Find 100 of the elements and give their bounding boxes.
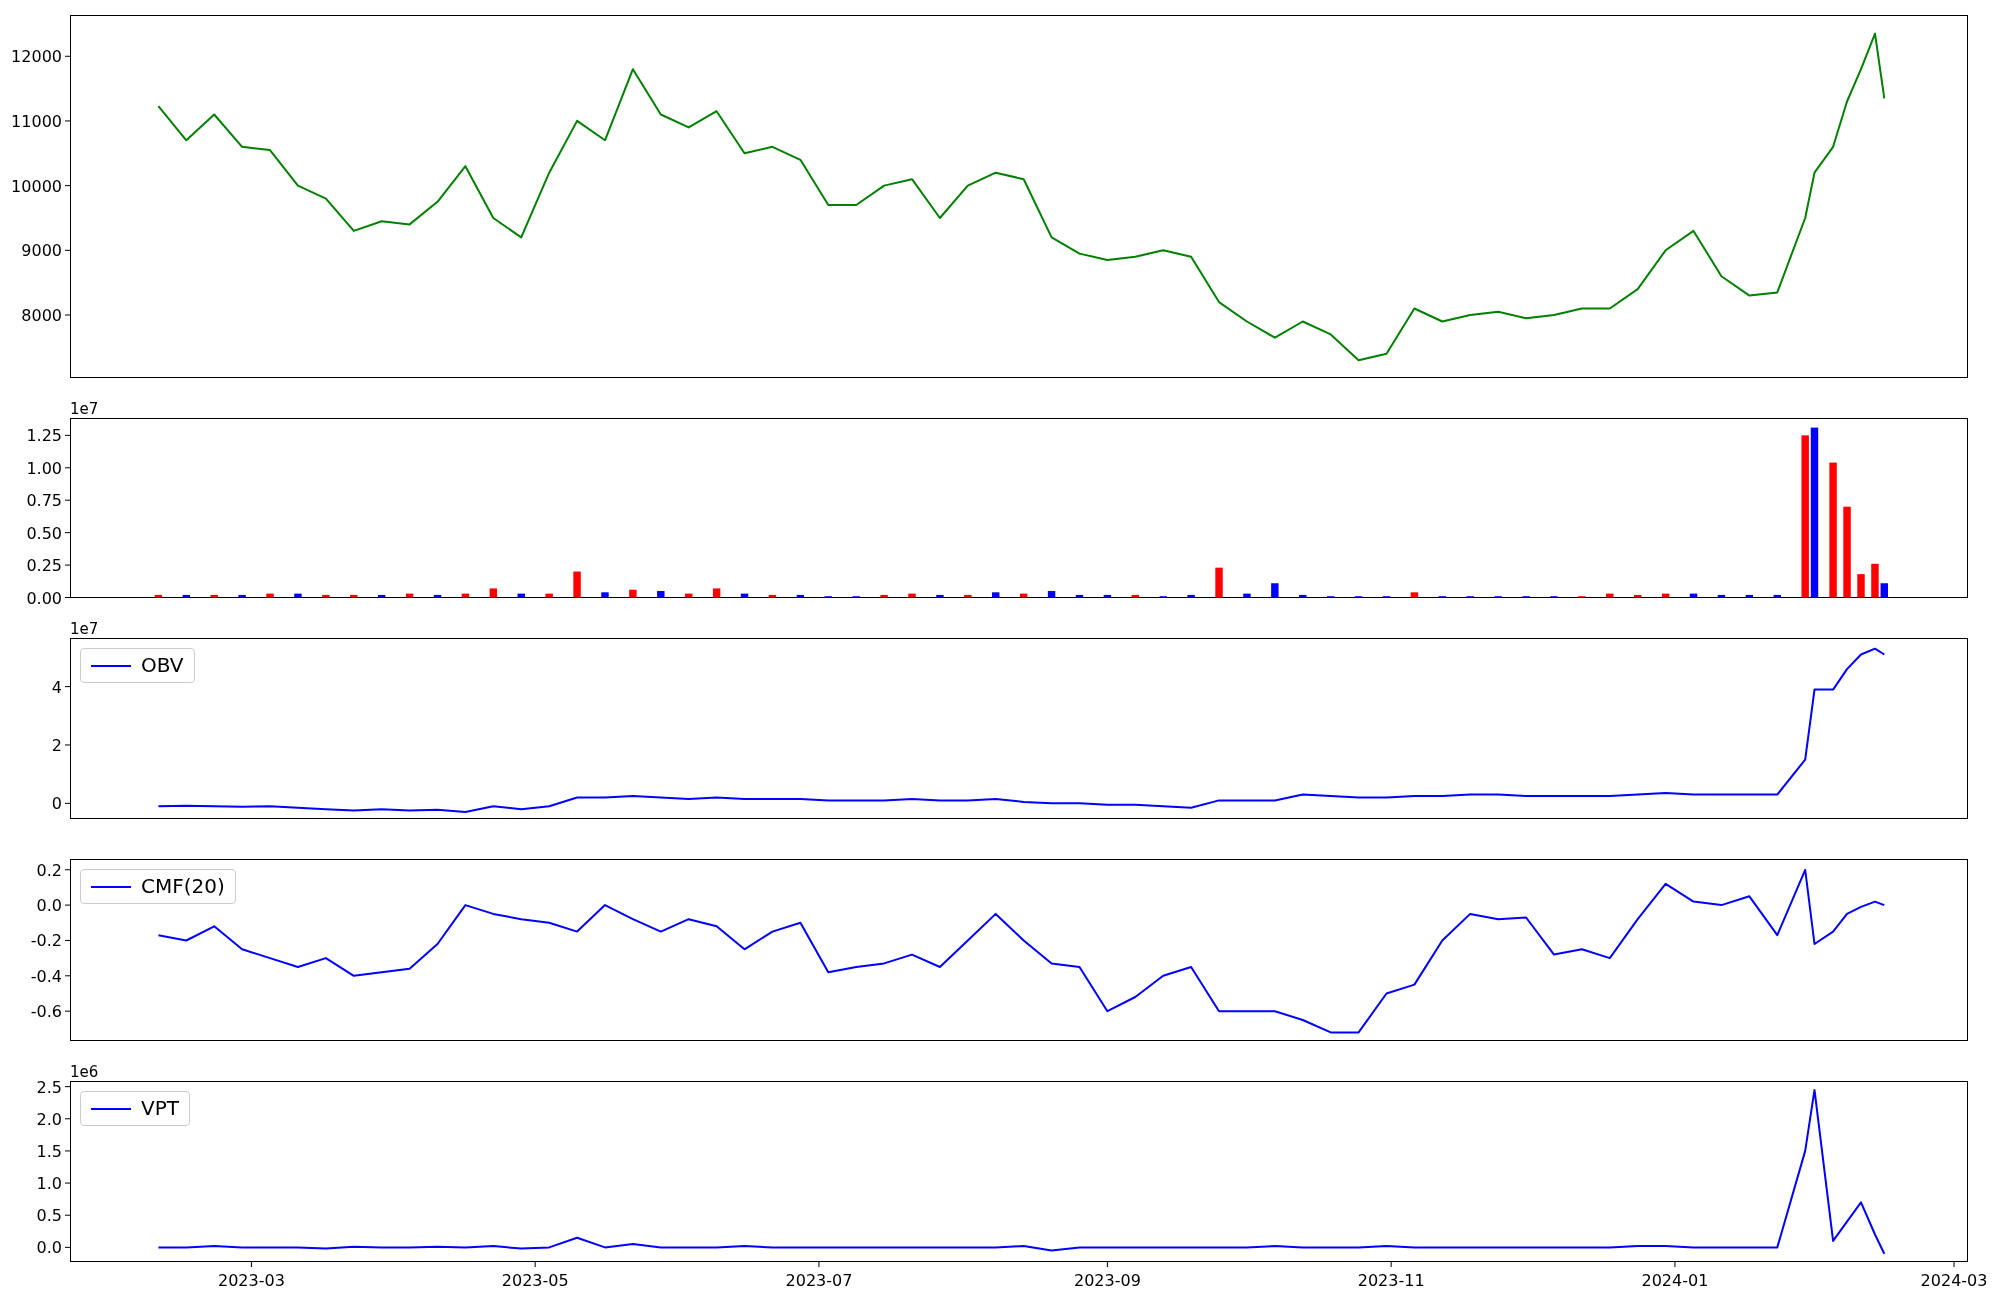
tick-mark bbox=[64, 532, 71, 534]
tick-mark bbox=[1106, 1261, 1108, 1268]
y-tick-label: 0 bbox=[51, 794, 62, 814]
volume-bar bbox=[1689, 593, 1698, 598]
x-tick-label: 2023-11 bbox=[1357, 1271, 1425, 1290]
tick-mark bbox=[64, 120, 71, 122]
volume-bar bbox=[1187, 594, 1195, 598]
volume-bar bbox=[1773, 594, 1781, 598]
y-tick-label: 0.2 bbox=[36, 860, 62, 880]
tick-mark bbox=[64, 904, 71, 906]
axis-offset-label: 1e6 bbox=[70, 1065, 99, 1080]
tick-mark bbox=[818, 1261, 820, 1268]
volume-bar bbox=[1634, 594, 1642, 598]
tick-mark bbox=[64, 1086, 71, 1088]
y-tick-label: 1.0 bbox=[36, 1174, 62, 1194]
tick-mark bbox=[64, 802, 71, 804]
volume-bar bbox=[657, 591, 665, 598]
volume-bar bbox=[489, 588, 498, 598]
volume-bar bbox=[601, 592, 609, 598]
volume-bar bbox=[629, 589, 637, 598]
tick-mark bbox=[1390, 1261, 1392, 1268]
y-tick-label: 0.75 bbox=[26, 491, 62, 511]
x-tick-label: 2024-03 bbox=[1920, 1271, 1988, 1290]
tick-mark bbox=[64, 1010, 71, 1012]
volume-bar bbox=[1131, 594, 1139, 598]
y-tick-label: 2 bbox=[51, 736, 62, 755]
tick-mark bbox=[64, 686, 71, 688]
y-tick-label: 4 bbox=[51, 677, 62, 697]
tick-mark bbox=[1674, 1261, 1676, 1268]
y-tick-label: 8000 bbox=[21, 306, 62, 325]
tick-mark bbox=[64, 1246, 71, 1248]
y-tick-label: 1.00 bbox=[26, 458, 62, 478]
tick-mark bbox=[64, 939, 71, 941]
volume-bar bbox=[964, 594, 972, 598]
volume-bar bbox=[517, 593, 525, 598]
y-tick-label: 0.0 bbox=[36, 896, 62, 916]
volume-bar bbox=[1019, 593, 1028, 598]
y-tick-label: 1.25 bbox=[26, 426, 62, 446]
volume-bar bbox=[1047, 591, 1056, 598]
tick-mark bbox=[1953, 1261, 1955, 1268]
volume-bar bbox=[433, 594, 442, 598]
volume-bar bbox=[1717, 594, 1726, 598]
tick-mark bbox=[64, 467, 71, 469]
volume-bar bbox=[685, 593, 693, 598]
tick-mark bbox=[64, 1118, 71, 1120]
volume-bar bbox=[210, 594, 218, 598]
volume-bar bbox=[908, 593, 916, 598]
tick-mark bbox=[64, 597, 71, 598]
volume-bar bbox=[1661, 593, 1670, 598]
volume-bar bbox=[880, 594, 888, 598]
volume-bar bbox=[405, 593, 414, 598]
y-tick-label: 12000 bbox=[11, 47, 62, 67]
volume-bar bbox=[992, 592, 1000, 598]
y-tick-label: 0.5 bbox=[36, 1206, 62, 1226]
volume-bar bbox=[573, 571, 581, 598]
x-tick-label: 2023-09 bbox=[1073, 1271, 1141, 1290]
tick-mark bbox=[64, 499, 71, 501]
legend-label: VPT bbox=[141, 1096, 179, 1121]
axis-offset-label: 1e7 bbox=[70, 402, 99, 417]
legend-line-icon bbox=[91, 1106, 131, 1111]
volume-bar bbox=[1745, 594, 1754, 598]
volume-bar bbox=[238, 594, 246, 598]
volume-bar bbox=[1103, 594, 1112, 598]
volume-bar bbox=[322, 594, 330, 598]
tick-mark bbox=[64, 434, 71, 436]
volume-bar bbox=[1857, 574, 1865, 598]
y-tick-label: 0.50 bbox=[26, 523, 62, 543]
y-tick-label: -0.4 bbox=[30, 966, 62, 986]
volume-bar bbox=[768, 594, 777, 598]
legend-label: CMF(20) bbox=[141, 874, 225, 899]
volume-bar bbox=[1075, 594, 1084, 598]
tick-mark bbox=[64, 314, 71, 316]
volume-bar bbox=[545, 593, 553, 598]
x-tick-label: 2023-03 bbox=[218, 1271, 285, 1290]
volume-bar bbox=[1243, 593, 1251, 598]
volume-bar bbox=[154, 594, 163, 598]
tick-mark bbox=[64, 975, 71, 977]
tick-mark bbox=[64, 1182, 71, 1184]
y-tick-label: 1.5 bbox=[36, 1141, 62, 1161]
tick-mark bbox=[250, 1261, 252, 1268]
y-tick-label: -0.6 bbox=[30, 1002, 62, 1022]
volume-bar bbox=[266, 593, 274, 598]
volume-bar bbox=[1410, 592, 1419, 598]
volume-bar bbox=[377, 594, 386, 598]
volume-bar bbox=[796, 594, 805, 598]
y-tick-label: 0.0 bbox=[36, 1238, 62, 1258]
tick-mark bbox=[64, 564, 71, 566]
x-tick-label: 2023-05 bbox=[501, 1271, 569, 1290]
legend-line-icon bbox=[91, 663, 131, 668]
tick-mark bbox=[64, 744, 71, 746]
y-tick-label: 2.5 bbox=[36, 1081, 62, 1097]
y-tick-label: 10000 bbox=[11, 176, 62, 196]
y-tick-label: 2.0 bbox=[36, 1109, 62, 1129]
volume-bar bbox=[461, 593, 470, 598]
volume-bar bbox=[1215, 567, 1223, 598]
legend-label: OBV bbox=[141, 653, 184, 678]
tick-mark bbox=[534, 1261, 536, 1268]
y-tick-label: -0.2 bbox=[30, 931, 62, 951]
y-tick-label: 0.00 bbox=[26, 588, 62, 608]
volume-bar bbox=[740, 593, 749, 598]
